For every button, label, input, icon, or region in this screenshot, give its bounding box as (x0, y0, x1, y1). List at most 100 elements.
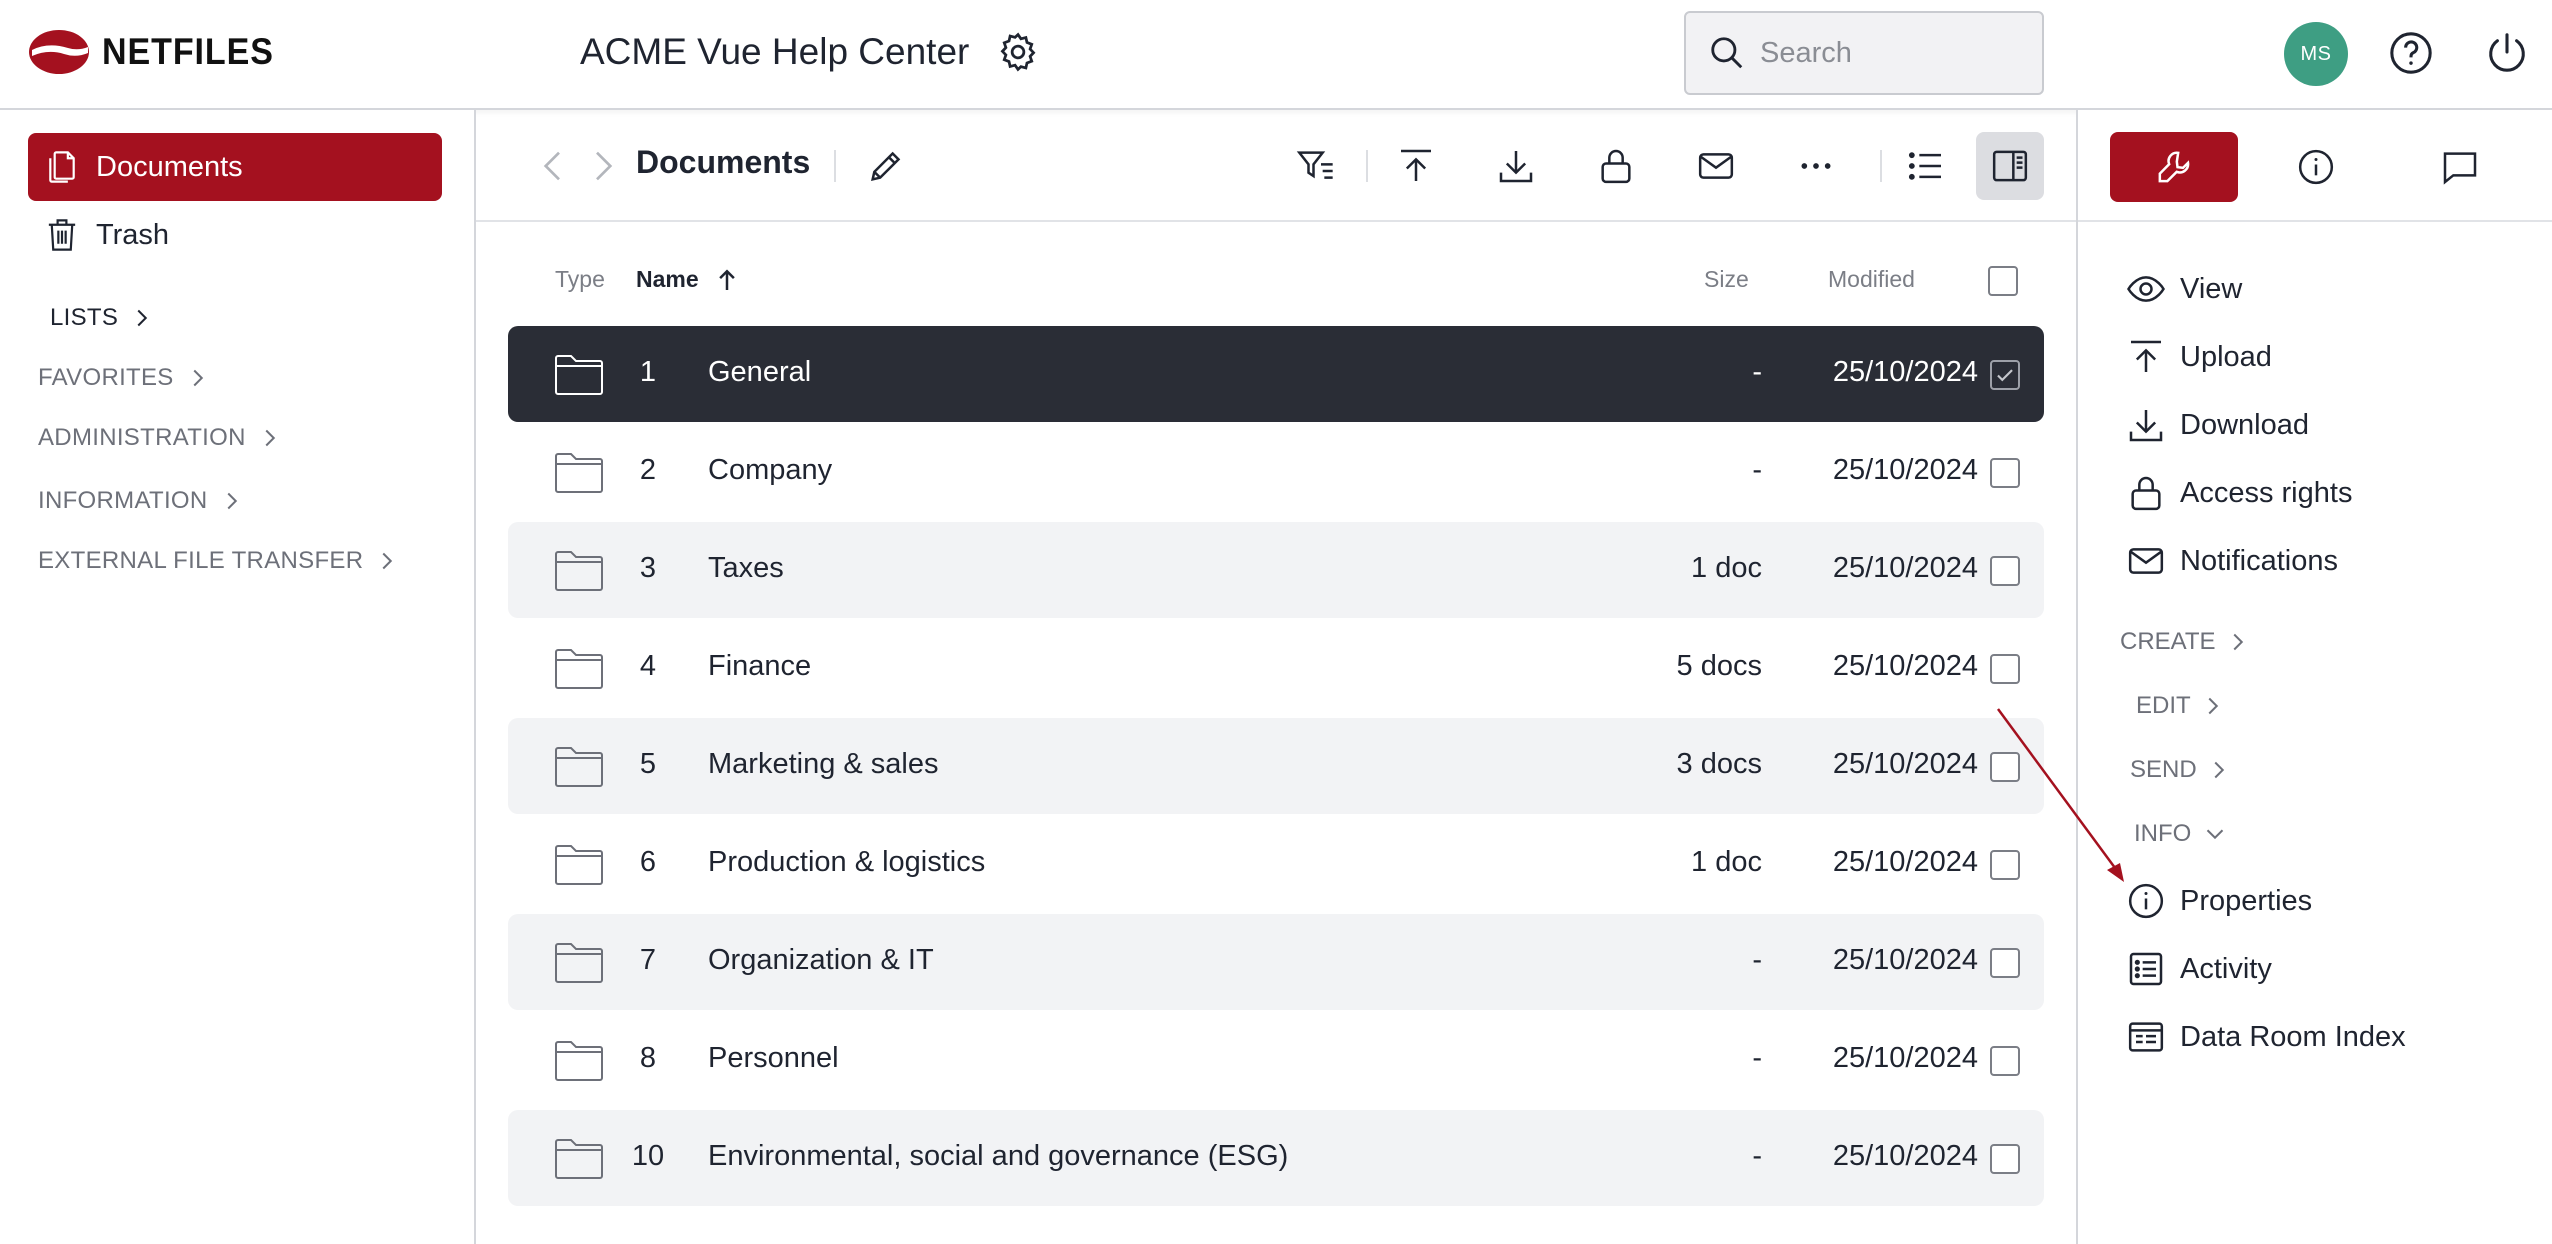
top-bar: NETFILES ACME Vue Help Center MS (0, 0, 2552, 110)
search-icon (1711, 37, 1743, 69)
rename-pencil-icon[interactable] (866, 146, 906, 186)
folder-icon (555, 649, 603, 689)
chevron-right-icon (2208, 697, 2218, 715)
action-access-rights[interactable]: Access rights (2126, 469, 2352, 517)
row-name[interactable]: Finance (708, 650, 811, 683)
table-row[interactable]: 2 Company - 25/10/2024 (508, 424, 2044, 520)
row-checkbox[interactable] (1990, 654, 2020, 684)
section-label: FAVORITES (38, 364, 174, 391)
row-name[interactable]: Personnel (708, 1042, 839, 1075)
sidebar-section-administration[interactable]: ADMINISTRATION (38, 424, 278, 452)
row-name[interactable]: Marketing & sales (708, 748, 939, 781)
row-checkbox[interactable] (1990, 1046, 2020, 1076)
action-view[interactable]: View (2126, 265, 2242, 313)
row-name[interactable]: General (708, 356, 811, 389)
table-row[interactable]: 1 General - 25/10/2024 (508, 326, 2044, 422)
action-activity[interactable]: Activity (2126, 945, 2272, 993)
folder-icon (555, 551, 603, 591)
panel-toggle-icon[interactable] (1990, 146, 2030, 186)
action-upload[interactable]: Upload (2126, 333, 2272, 381)
row-modified: 25/10/2024 (1832, 944, 1978, 976)
column-header-modified[interactable]: Modified (1828, 266, 1915, 293)
download-icon[interactable] (1496, 146, 1536, 186)
action-properties[interactable]: Properties (2126, 877, 2312, 925)
tools-wrench-icon (2158, 151, 2190, 183)
action-download[interactable]: Download (2126, 401, 2309, 449)
list-view-icon[interactable] (1906, 146, 1946, 186)
row-size: 1 doc (1691, 552, 1762, 584)
sidebar-section-external-file-transfer[interactable]: EXTERNAL FILE TRANSFER (38, 547, 395, 575)
netfiles-logo[interactable]: NETFILES (28, 28, 289, 76)
action-label: Activity (2180, 952, 2272, 985)
user-avatar[interactable]: MS (2284, 22, 2348, 86)
action-notifications[interactable]: Notifications (2126, 537, 2338, 585)
search-box[interactable] (1684, 11, 2044, 95)
help-icon[interactable] (2388, 30, 2434, 76)
filter-icon[interactable] (1296, 146, 1336, 186)
tab-tools[interactable] (2110, 132, 2238, 202)
table-row[interactable]: 4 Finance 5 docs 25/10/2024 (508, 620, 2044, 716)
row-checkbox[interactable] (1990, 458, 2020, 488)
row-modified: 25/10/2024 (1832, 748, 1978, 780)
column-header-type[interactable]: Type (555, 266, 605, 293)
sidebar-section-favorites[interactable]: FAVORITES (38, 364, 206, 392)
sidebar-item-documents[interactable]: Documents (28, 133, 442, 201)
search-input[interactable] (1760, 36, 2020, 70)
upload-icon[interactable] (1396, 146, 1436, 186)
panel-section-create[interactable]: CREATE (2120, 628, 2246, 656)
table-row[interactable]: 7 Organization & IT - 25/10/2024 (508, 914, 2044, 1010)
settings-gear-icon[interactable] (996, 30, 1044, 78)
sidebar-item-trash[interactable]: Trash (28, 201, 442, 269)
section-label: CREATE (2120, 628, 2216, 655)
sidebar-item-label: Trash (96, 218, 170, 251)
row-checkbox[interactable] (1990, 948, 2020, 978)
table-row[interactable]: 8 Personnel - 25/10/2024 (508, 1012, 2044, 1108)
folder-icon (555, 355, 603, 395)
tab-info[interactable] (2252, 132, 2380, 202)
row-checkbox[interactable] (1990, 1144, 2020, 1174)
row-size: 5 docs (1676, 650, 1762, 682)
row-checkbox[interactable] (1990, 556, 2020, 586)
panel-section-send[interactable]: SEND (2130, 756, 2227, 784)
sidebar-section-information[interactable]: INFORMATION (38, 487, 240, 515)
row-name[interactable]: Production & logistics (708, 846, 985, 879)
row-name[interactable]: Taxes (708, 552, 784, 585)
action-label: Upload (2180, 340, 2272, 373)
row-size: - (1752, 1140, 1762, 1172)
document-toolbar: Documents (476, 110, 2076, 222)
row-checkbox[interactable] (1990, 850, 2020, 880)
chevron-right-icon (227, 492, 237, 510)
row-checkbox[interactable] (1990, 360, 2020, 390)
lock-icon (2131, 476, 2161, 511)
folder-icon (555, 1139, 603, 1179)
chevron-right-icon (137, 309, 148, 327)
chevron-right-icon (2233, 633, 2243, 651)
chevron-right-icon (265, 429, 275, 447)
sort-ascending-arrow-icon[interactable] (717, 267, 737, 293)
panel-section-edit[interactable]: EDIT (2136, 692, 2221, 720)
lock-icon[interactable] (1596, 146, 1636, 186)
table-row[interactable]: 10 Environmental, social and governance (… (508, 1110, 2044, 1206)
select-all-checkbox[interactable] (1988, 266, 2018, 296)
panel-section-info[interactable]: INFO (2134, 820, 2225, 848)
row-name[interactable]: Organization & IT (708, 944, 934, 977)
table-row[interactable]: 3 Taxes 1 doc 25/10/2024 (508, 522, 2044, 618)
folder-title: Documents (636, 144, 811, 180)
power-logout-icon[interactable] (2484, 30, 2530, 76)
row-name[interactable]: Environmental, social and governance (ES… (708, 1140, 1288, 1173)
table-row[interactable]: 6 Production & logistics 1 doc 25/10/2024 (508, 816, 2044, 912)
section-label: SEND (2130, 756, 2197, 783)
back-icon[interactable] (534, 146, 574, 186)
column-header-size[interactable]: Size (1704, 266, 1749, 293)
row-checkbox[interactable] (1990, 752, 2020, 782)
mail-icon[interactable] (1696, 146, 1736, 186)
action-data-room-index[interactable]: Data Room Index (2126, 1013, 2406, 1061)
info-icon (2298, 149, 2334, 185)
more-icon[interactable] (1796, 146, 1836, 186)
tab-comments[interactable] (2396, 132, 2524, 202)
column-header-name[interactable]: Name (636, 266, 699, 293)
forward-icon[interactable] (582, 146, 622, 186)
row-name[interactable]: Company (708, 454, 832, 487)
table-row[interactable]: 5 Marketing & sales 3 docs 25/10/2024 (508, 718, 2044, 814)
sidebar-section-lists[interactable]: LISTS (50, 304, 150, 332)
